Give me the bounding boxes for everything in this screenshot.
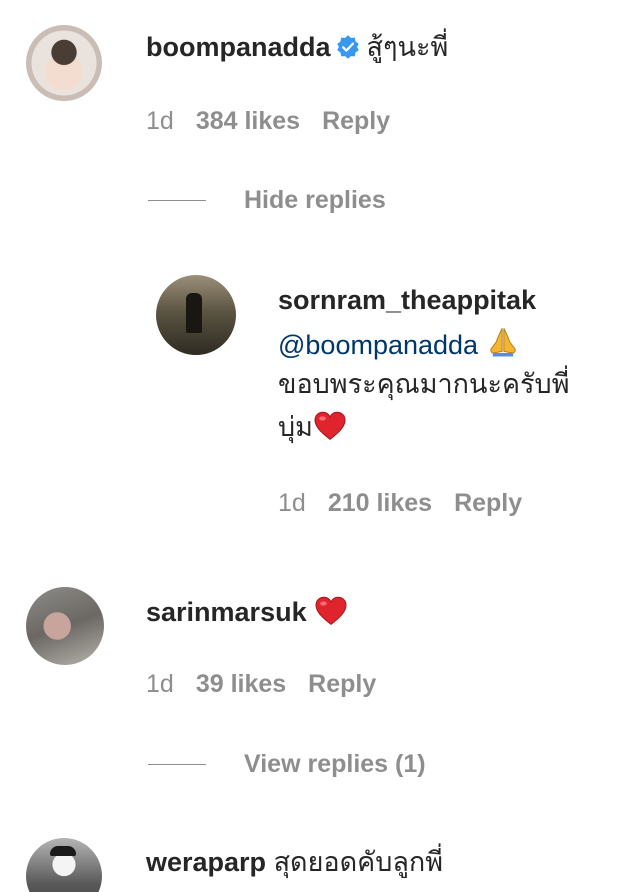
red-heart-emoji-icon: [315, 596, 347, 625]
hide-replies-button[interactable]: Hide replies: [244, 184, 386, 216]
mention-link[interactable]: @boompanadda: [278, 330, 478, 360]
comment-body: สู้ๆนะพี่: [366, 32, 449, 62]
username[interactable]: sornram_theappitak: [278, 285, 536, 315]
timestamp: 1d: [146, 670, 174, 698]
comment-body-line-2: บุ่ม: [278, 410, 347, 444]
view-replies-button[interactable]: View replies (1): [244, 748, 426, 780]
comment-body-cont: บุ่ม: [278, 412, 313, 442]
reply-button[interactable]: Reply: [308, 670, 376, 698]
avatar[interactable]: [26, 838, 102, 892]
comment-meta: 1d 210 likes Reply: [278, 487, 544, 519]
timestamp: 1d: [146, 107, 174, 135]
reply-button[interactable]: Reply: [322, 107, 390, 135]
avatar[interactable]: [26, 587, 104, 665]
verified-badge-icon: [336, 35, 359, 59]
likes-count[interactable]: 210 likes: [328, 489, 432, 517]
folded-hands-emoji-icon: [489, 328, 516, 357]
comment-text: sarinmarsuk: [146, 595, 348, 629]
username[interactable]: sarinmarsuk: [146, 597, 307, 627]
reply-button[interactable]: Reply: [454, 489, 522, 517]
comment-body: สุดยอดคับลูกพี่: [273, 847, 444, 877]
likes-count[interactable]: 39 likes: [196, 670, 286, 698]
comment-body: ขอบพระคุณมากนะครับพี่: [278, 369, 570, 399]
thread-divider: [148, 200, 206, 201]
comment-body-line-1: ขอบพระคุณมากนะครับพี่: [278, 367, 570, 401]
timestamp: 1d: [278, 489, 306, 517]
avatar[interactable]: [156, 275, 236, 355]
comment-username-line: sornram_theappitak: [278, 283, 536, 317]
red-heart-emoji-icon: [314, 411, 346, 440]
comment-meta: 1d 384 likes Reply: [146, 105, 412, 137]
username[interactable]: boompanadda: [146, 32, 331, 62]
thread-divider: [148, 764, 206, 765]
comment-text: boompanadda สู้ๆนะพี่: [146, 30, 448, 64]
likes-count[interactable]: 384 likes: [196, 107, 300, 135]
username[interactable]: weraparp: [146, 847, 266, 877]
comment-meta: 1d 39 likes Reply: [146, 668, 398, 700]
comment-mention-line: @boompanadda: [278, 325, 520, 362]
comment-text: weraparp สุดยอดคับลูกพี่: [146, 845, 443, 879]
avatar[interactable]: [26, 25, 102, 101]
